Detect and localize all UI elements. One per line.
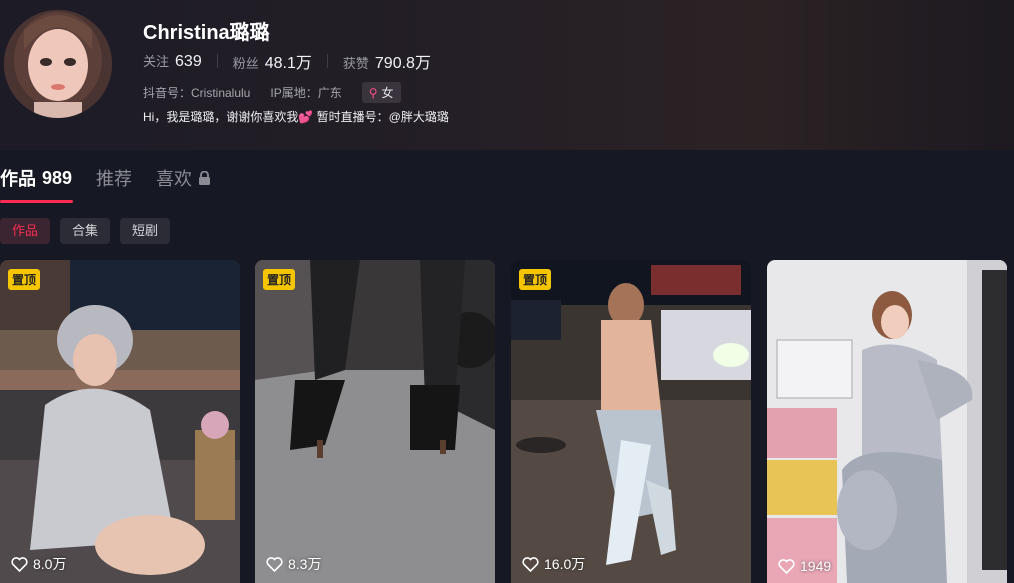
heart-icon: [522, 556, 539, 572]
stat-followers[interactable]: 粉丝 48.1万: [233, 49, 312, 73]
stat-likes: 获赞 790.8万: [343, 49, 431, 73]
stat-label: 粉丝: [232, 56, 259, 71]
filter-chips: 作品 合集 短剧: [0, 218, 180, 244]
stat-label: 获赞: [342, 56, 369, 71]
tab-label: 推荐: [96, 169, 133, 189]
tab-likes[interactable]: 喜欢: [156, 165, 211, 203]
heart-icon: [11, 556, 28, 572]
chip-short-drama[interactable]: 短剧: [120, 218, 171, 244]
stat-value: 48.1万: [264, 55, 312, 72]
divider: [216, 54, 218, 68]
video-thumbnail: [255, 260, 495, 583]
profile-header: Christina璐璐 关注 639 粉丝 48.1万 获赞 790.8万 抖音…: [0, 0, 1014, 150]
pinned-badge: 置顶: [519, 269, 552, 290]
tab-count: 989: [42, 167, 73, 188]
video-card[interactable]: 1949: [767, 260, 1007, 583]
female-icon: ⚲: [368, 85, 378, 100]
tab-works[interactable]: 作品 989: [0, 165, 74, 203]
stat-value: 790.8万: [374, 55, 431, 72]
stat-value: 639: [175, 53, 202, 70]
video-card[interactable]: 置顶 8.3万: [255, 260, 495, 583]
heart-icon: [266, 556, 283, 572]
video-card[interactable]: 置顶 16.0万: [511, 260, 751, 583]
video-likes: 8.0万: [11, 554, 66, 574]
ip-location: IP属地：广东: [270, 86, 342, 100]
lock-icon: [199, 171, 211, 185]
profile-stats: 关注 639 粉丝 48.1万 获赞 790.8万: [143, 49, 431, 73]
pinned-badge: 置顶: [8, 269, 41, 290]
tab-recommend[interactable]: 推荐: [96, 165, 132, 203]
gender-badge: ⚲ 女: [361, 82, 401, 103]
bio-text: Hi，我是璐璐，谢谢你喜欢我: [143, 110, 299, 124]
chip-collections[interactable]: 合集: [60, 218, 111, 244]
divider: [326, 54, 328, 68]
tab-label: 作品: [0, 169, 36, 189]
video-likes: 1949: [778, 558, 831, 574]
chip-works[interactable]: 作品: [0, 218, 51, 244]
likes-count: 1949: [800, 558, 832, 574]
video-likes: 8.3万: [266, 554, 321, 574]
profile-name: Christina璐璐: [143, 22, 270, 44]
stat-label: 关注: [143, 54, 170, 69]
profile-bio: Hi，我是璐璐，谢谢你喜欢我💕 暂时直播号：@胖大璐璐: [143, 108, 449, 125]
douyin-id: 抖音号：Cristinalulu: [143, 86, 251, 100]
video-thumbnail: [767, 260, 1007, 583]
pinned-badge: 置顶: [263, 269, 296, 290]
gender-label: 女: [381, 86, 394, 100]
video-likes: 16.0万: [522, 554, 585, 574]
profile-tabs: 作品 989 推荐 喜欢: [0, 165, 235, 203]
likes-count: 8.3万: [288, 556, 322, 572]
likes-count: 8.0万: [33, 556, 67, 572]
video-thumbnail: [0, 260, 240, 583]
video-thumbnail: [511, 260, 751, 583]
stat-following[interactable]: 关注 639: [143, 51, 202, 71]
hearts-icon: 💕: [298, 110, 314, 124]
likes-count: 16.0万: [544, 556, 586, 572]
avatar[interactable]: [4, 10, 112, 118]
heart-icon: [778, 558, 795, 574]
avatar-image: [4, 10, 112, 118]
video-card[interactable]: 置顶 8.0万: [0, 260, 240, 583]
profile-meta: 抖音号：Cristinalulu IP属地：广东 ⚲ 女: [143, 82, 401, 103]
bio-text-2: 暂时直播号：@胖大璐璐: [313, 110, 449, 124]
tab-label: 喜欢: [156, 169, 193, 189]
